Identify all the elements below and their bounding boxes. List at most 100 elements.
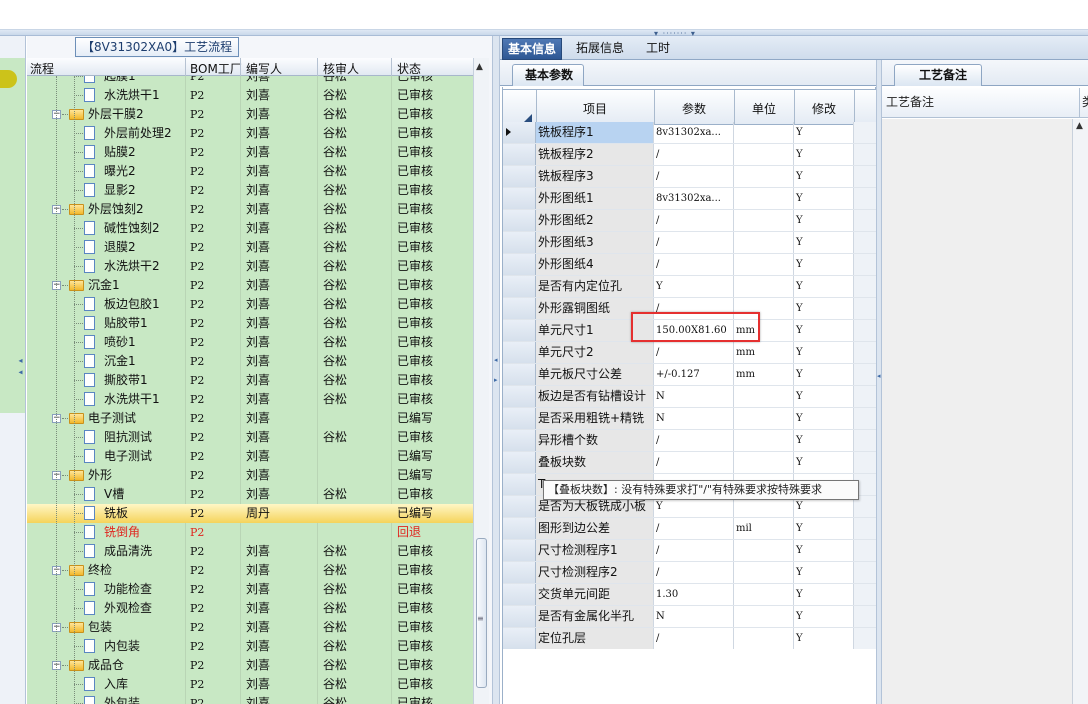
row-indicator[interactable] — [503, 122, 536, 143]
tab-basic-info[interactable]: 基本信息 — [502, 38, 563, 60]
param-row[interactable]: 铣板程序1 8v31302xa... Y — [503, 122, 876, 144]
param-row[interactable]: 异形槽个数 / Y — [503, 430, 876, 452]
tree-row[interactable]: 外观检查 P2 刘喜 谷松 已审核 — [27, 599, 473, 618]
tree-row[interactable]: − 外层干膜2 P2 刘喜 谷松 已审核 — [27, 105, 473, 124]
process-tree-tab[interactable]: 【8V31302XA0】工艺流程 — [75, 37, 240, 57]
param-row[interactable]: 定位孔层 / Y — [503, 628, 876, 650]
tree-row[interactable]: − 包装 P2 刘喜 谷松 已审核 — [27, 618, 473, 637]
param-modify-cell[interactable]: Y — [794, 562, 854, 583]
row-indicator[interactable] — [503, 210, 536, 231]
col-header-modify[interactable]: 修改 — [794, 100, 854, 117]
param-value-cell[interactable]: / — [654, 342, 734, 363]
param-value-cell[interactable]: / — [654, 562, 734, 583]
param-row[interactable]: 外形图纸4/ Y — [503, 254, 876, 276]
tree-row[interactable]: 水洗烘干2 P2 刘喜 谷松 已审核 — [27, 257, 473, 276]
param-unit-cell[interactable] — [734, 188, 794, 209]
param-unit-cell[interactable] — [734, 386, 794, 407]
param-row[interactable]: 外形图纸2/ Y — [503, 210, 876, 232]
row-indicator[interactable] — [503, 518, 536, 539]
row-indicator[interactable] — [503, 562, 536, 583]
col-header-remarks[interactable]: 工艺备注 — [886, 93, 934, 110]
param-unit-cell[interactable] — [734, 144, 794, 165]
param-modify-cell[interactable]: Y — [794, 584, 854, 605]
tree-row[interactable]: 碱性蚀刻2 P2 刘喜 谷松 已审核 — [27, 219, 473, 238]
param-modify-cell[interactable]: Y — [794, 452, 854, 473]
param-modify-cell[interactable]: Y — [794, 518, 854, 539]
param-modify-cell[interactable]: Y — [794, 210, 854, 231]
tree-row[interactable]: − 成品仓 P2 刘喜 谷松 已审核 — [27, 656, 473, 675]
tree-row[interactable]: 内包装 P2 刘喜 谷松 已审核 — [27, 637, 473, 656]
row-indicator[interactable] — [503, 452, 536, 473]
param-modify-cell[interactable]: Y — [794, 430, 854, 451]
tree-row[interactable]: 退膜2 P2 刘喜 谷松 已审核 — [27, 238, 473, 257]
col-header-writer[interactable]: 编写人 — [246, 60, 282, 77]
scroll-thumb[interactable] — [476, 538, 487, 688]
param-value-cell[interactable]: +/-0.127 — [654, 364, 734, 385]
param-value-cell[interactable]: / — [654, 210, 734, 231]
param-unit-cell[interactable] — [734, 166, 794, 187]
param-value-cell[interactable]: / — [654, 166, 734, 187]
tree-row[interactable]: 阻抗测试 P2 刘喜 谷松 已审核 — [27, 428, 473, 447]
param-row[interactable]: 板边是否有钻槽设计 N Y — [503, 386, 876, 408]
row-indicator[interactable] — [503, 540, 536, 561]
param-value-cell[interactable]: / — [654, 232, 734, 253]
tree-row[interactable]: V槽 P2 刘喜 谷松 已审核 — [27, 485, 473, 504]
param-modify-cell[interactable]: Y — [794, 408, 854, 429]
param-row[interactable]: 铣板程序2/ Y — [503, 144, 876, 166]
param-row[interactable]: 尺寸检测程序2/ Y — [503, 562, 876, 584]
col-header-process[interactable]: 流程 — [30, 60, 54, 77]
tree-row[interactable]: 外包装 P2 刘喜 谷松 已审核 — [27, 694, 473, 704]
tree-row[interactable]: 入库 P2 刘喜 谷松 已审核 — [27, 675, 473, 694]
tree-row[interactable]: 起膜1 P2 刘喜 谷松 已审核 — [27, 76, 473, 86]
tab-process-remarks[interactable]: 工艺备注 — [894, 64, 983, 86]
col-header-value[interactable]: 参数 — [654, 100, 734, 117]
param-unit-cell[interactable] — [734, 606, 794, 627]
param-row[interactable]: 是否采用粗铣+精铣 N Y — [503, 408, 876, 430]
tree-row[interactable]: 成品清洗 P2 刘喜 谷松 已审核 — [27, 542, 473, 561]
col-header-reviewer[interactable]: 核审人 — [323, 60, 359, 77]
param-value-cell[interactable]: Y — [654, 276, 734, 297]
param-value-cell[interactable]: / — [654, 628, 734, 649]
row-indicator[interactable] — [503, 496, 536, 517]
tree-row[interactable]: 铣倒角 P2 回退 — [27, 523, 473, 542]
param-unit-cell[interactable] — [734, 452, 794, 473]
param-value-cell[interactable]: 1.30 — [654, 584, 734, 605]
row-indicator[interactable] — [503, 144, 536, 165]
row-indicator[interactable] — [503, 298, 536, 319]
param-value-cell[interactable]: / — [654, 452, 734, 473]
param-row[interactable]: 单元板尺寸公差 +/-0.127 mm Y — [503, 364, 876, 386]
param-row[interactable]: 铣板程序3/ Y — [503, 166, 876, 188]
param-modify-cell[interactable]: Y — [794, 386, 854, 407]
param-unit-cell[interactable] — [734, 562, 794, 583]
row-indicator[interactable] — [503, 342, 536, 363]
tab-work-hours[interactable]: 工时 — [646, 38, 670, 60]
tree-row[interactable]: 外层前处理2 P2 刘喜 谷松 已审核 — [27, 124, 473, 143]
param-modify-cell[interactable]: Y — [794, 540, 854, 561]
tree-scrollbar[interactable]: ▲ ≡ — [473, 58, 489, 704]
param-unit-cell[interactable]: mm — [734, 364, 794, 385]
tree-splitter[interactable]: ◂ ▸ — [492, 36, 500, 704]
param-modify-cell[interactable]: Y — [794, 364, 854, 385]
param-row[interactable]: 叠板块数 / Y — [503, 452, 876, 474]
param-unit-cell[interactable] — [734, 210, 794, 231]
param-row[interactable]: 外形图纸3/ Y — [503, 232, 876, 254]
param-modify-cell[interactable]: Y — [794, 232, 854, 253]
tree-row[interactable]: 曝光2 P2 刘喜 谷松 已审核 — [27, 162, 473, 181]
param-unit-cell[interactable]: mil — [734, 518, 794, 539]
tree-row[interactable]: 显影2 P2 刘喜 谷松 已审核 — [27, 181, 473, 200]
row-indicator[interactable] — [503, 386, 536, 407]
left-splitter-icon[interactable]: ◂ ◂ — [16, 356, 25, 456]
tree-row[interactable]: 板边包胶1 P2 刘喜 谷松 已审核 — [27, 295, 473, 314]
col-header-status[interactable]: 状态 — [397, 60, 421, 77]
param-value-cell[interactable]: / — [654, 540, 734, 561]
tree-row[interactable]: 电子测试 P2 刘喜 已编写 — [27, 447, 473, 466]
row-indicator[interactable] — [503, 606, 536, 627]
col-header-extra[interactable]: 类 — [1082, 93, 1088, 110]
param-unit-cell[interactable] — [734, 430, 794, 451]
param-unit-cell[interactable] — [734, 276, 794, 297]
tree-row[interactable]: 功能检查 P2 刘喜 谷松 已审核 — [27, 580, 473, 599]
param-modify-cell[interactable]: Y — [794, 342, 854, 363]
param-modify-cell[interactable]: Y — [794, 254, 854, 275]
param-unit-cell[interactable] — [734, 408, 794, 429]
param-modify-cell[interactable]: Y — [794, 122, 854, 143]
